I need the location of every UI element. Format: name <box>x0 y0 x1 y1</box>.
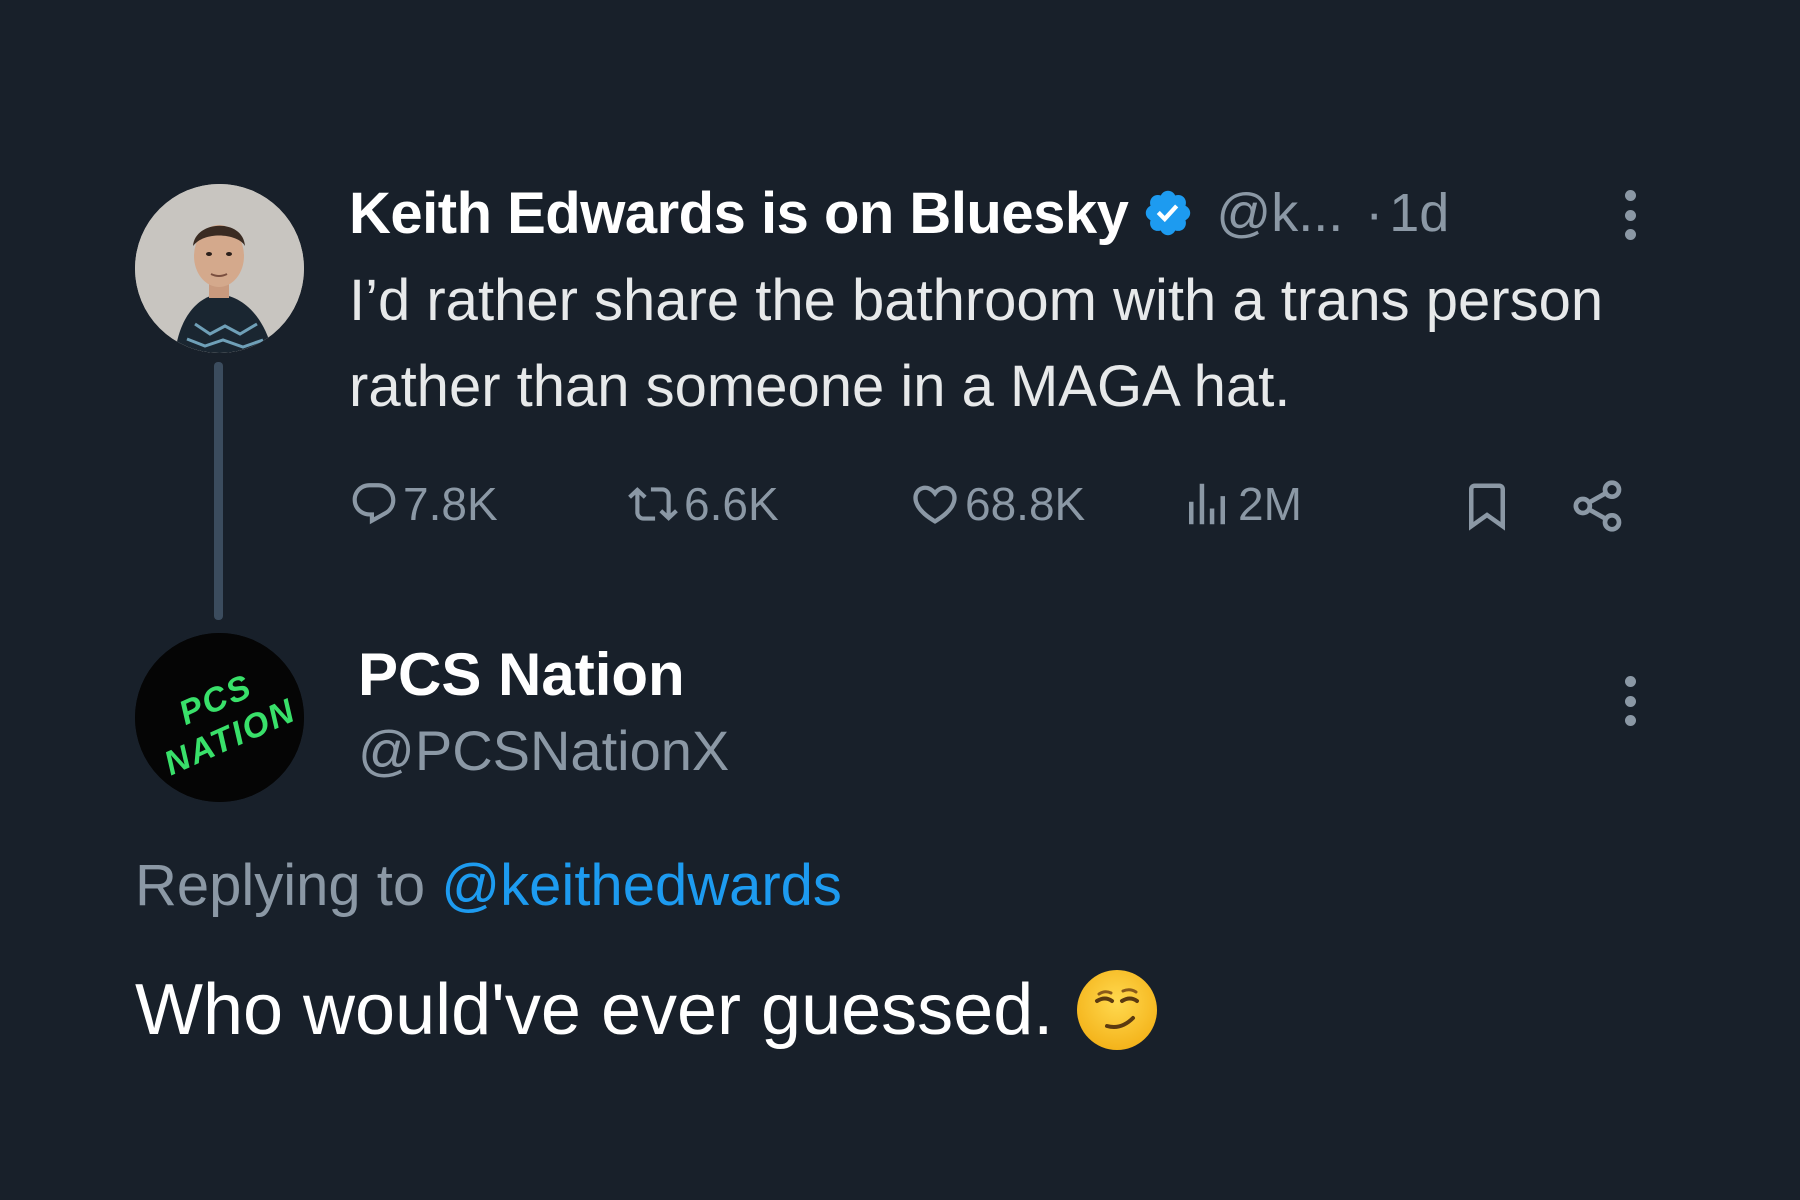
repost-count: 6.6K <box>684 478 779 530</box>
reply-text-content: Who would've ever guessed. <box>135 970 1054 1050</box>
reply-author-handle[interactable]: @PCSNationX <box>358 718 729 783</box>
thread-connector-line <box>214 362 223 620</box>
like-button[interactable]: 68.8K <box>909 476 1085 532</box>
separator-dot: · <box>1365 183 1384 243</box>
reply-author-avatar[interactable]: PCS NATION <box>135 633 304 802</box>
more-icon[interactable] <box>1622 190 1638 240</box>
tweet-header: Keith Edwards is on Bluesky @k... · 1d <box>349 178 1449 248</box>
reply-more-icon[interactable] <box>1622 676 1638 726</box>
replying-to-link[interactable]: @keithedwards <box>441 853 842 918</box>
bookmark-button[interactable] <box>1460 478 1514 534</box>
author-display-name[interactable]: Keith Edwards is on Bluesky <box>349 180 1129 247</box>
reply-button[interactable]: 7.8K <box>349 476 498 532</box>
like-icon <box>913 485 957 524</box>
reply-count: 7.8K <box>403 478 498 530</box>
author-avatar[interactable] <box>135 184 304 353</box>
reply-tweet-text: Who would've ever guessed. <box>135 968 1159 1052</box>
repost-icon <box>628 487 678 521</box>
smirking-face-emoji <box>1075 968 1159 1052</box>
views-icon <box>1189 483 1225 525</box>
share-icon <box>1573 480 1622 532</box>
like-count: 68.8K <box>965 478 1086 530</box>
tweet-timestamp[interactable]: 1d <box>1389 182 1449 244</box>
verified-badge-icon <box>1142 187 1194 239</box>
bookmark-icon <box>1469 483 1505 531</box>
repost-button[interactable]: 6.6K <box>626 476 779 532</box>
share-button[interactable] <box>1570 478 1626 534</box>
reply-icon <box>352 483 396 525</box>
avatar-photo <box>135 184 304 353</box>
tweet-text: I’d rather share the bathroom with a tra… <box>349 268 1604 419</box>
reply-author-display-name[interactable]: PCS Nation <box>358 640 685 709</box>
replying-to-line: Replying to @keithedwards <box>135 852 842 919</box>
author-handle[interactable]: @k... <box>1216 182 1343 244</box>
views-button[interactable]: 2M <box>1180 476 1302 532</box>
pcs-nation-logo: PCS NATION <box>135 633 304 802</box>
replying-to-prefix: Replying to <box>135 853 426 918</box>
views-count: 2M <box>1238 478 1302 530</box>
